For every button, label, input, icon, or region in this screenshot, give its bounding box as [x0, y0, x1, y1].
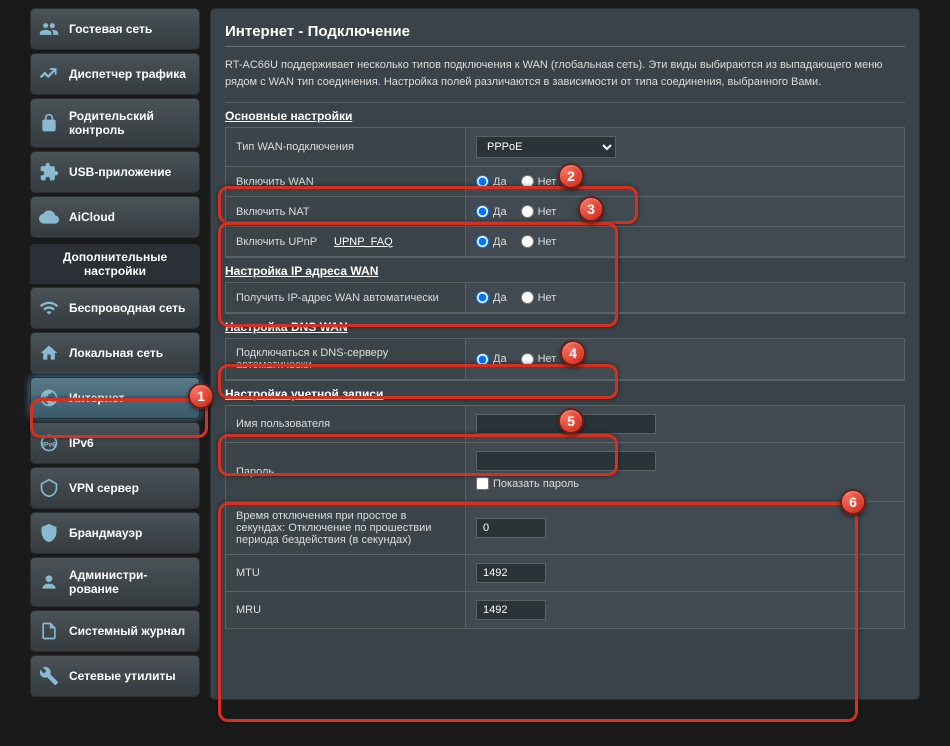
radio-autodns-no[interactable]: Нет — [521, 353, 557, 366]
label-mru: MRU — [226, 592, 466, 629]
label-auto-dns: Подключаться к DNS-серверу автоматически — [226, 339, 466, 380]
radio-autoip-yes[interactable]: Да — [476, 291, 507, 304]
nav-ipv6[interactable]: IPv6 IPv6 — [30, 422, 200, 464]
mtu-input[interactable] — [476, 563, 546, 583]
nav-firewall[interactable]: Брандмауэр — [30, 512, 200, 554]
basic-table: Тип WAN-подключения PPPoE Включить WAN Д… — [225, 127, 905, 257]
section-basic: Основные настройки — [225, 102, 905, 127]
wan-type-select[interactable]: PPPoE — [476, 136, 616, 158]
label-enable-wan: Включить WAN — [226, 167, 466, 197]
nav-label: Беспроводная сеть — [69, 301, 185, 315]
traffic-icon — [39, 64, 59, 84]
puzzle-icon — [39, 162, 59, 182]
nav-tools[interactable]: Сетевые утилиты — [30, 655, 200, 697]
nav-label: Сетевые утилиты — [69, 669, 176, 683]
label-mtu: MTU — [226, 555, 466, 592]
nav-label: VPN сервер — [69, 481, 139, 495]
nav-label: Системный журнал — [69, 624, 185, 638]
radio-wan-no[interactable]: Нет — [521, 175, 557, 188]
admin-icon — [39, 572, 59, 592]
mru-input[interactable] — [476, 600, 546, 620]
label-idle: Время отключения при простое в секундах:… — [226, 502, 466, 555]
radio-autoip-no[interactable]: Нет — [521, 291, 557, 304]
ipv6-icon: IPv6 — [39, 433, 59, 453]
nav-label: Интернет — [69, 391, 124, 405]
label-wan-type: Тип WAN-подключения — [226, 128, 466, 167]
wifi-icon — [39, 298, 59, 318]
badge-6: 6 — [840, 489, 866, 515]
wanip-table: Получить IP-адрес WAN автоматически Да Н… — [225, 282, 905, 313]
label-username: Имя пользователя — [226, 406, 466, 443]
label-enable-upnp: Включить UPnP UPNP_FAQ — [226, 227, 466, 257]
label-enable-nat: Включить NAT — [226, 197, 466, 227]
nav-label: Диспетчер трафика — [69, 67, 186, 81]
nav-label: USB-приложение — [69, 165, 171, 179]
badge-4: 4 — [560, 340, 586, 366]
radio-nat-no[interactable]: Нет — [521, 205, 557, 218]
svg-text:IPv6: IPv6 — [42, 441, 56, 448]
idle-input[interactable] — [476, 518, 546, 538]
section-wanip: Настройка IP адреса WAN — [225, 257, 905, 282]
cloud-icon — [39, 207, 59, 227]
page-desc: RT-AC66U поддерживает несколько типов по… — [225, 57, 905, 90]
vpn-icon — [39, 478, 59, 498]
nav-label: IPv6 — [69, 436, 94, 450]
radio-upnp-no[interactable]: Нет — [521, 235, 557, 248]
shield-icon — [39, 523, 59, 543]
log-icon — [39, 621, 59, 641]
show-password-checkbox[interactable]: Показать пароль — [476, 477, 579, 490]
nav-admin[interactable]: Администри-рование — [30, 557, 200, 607]
label-auto-ip: Получить IP-адрес WAN автоматически — [226, 283, 466, 313]
sidebar: Гостевая сеть Диспетчер трафика Родитель… — [30, 8, 200, 700]
nav-internet[interactable]: Интернет — [30, 377, 200, 419]
nav-label: Локальная сеть — [69, 346, 163, 360]
nav-parental[interactable]: Родительский контроль — [30, 98, 200, 148]
badge-2: 2 — [558, 163, 584, 189]
nav-label: Администри-рование — [69, 568, 191, 596]
password-input[interactable] — [476, 451, 656, 471]
nav-label: AiCloud — [69, 210, 115, 224]
section-account: Настройка учетной записи — [225, 380, 905, 405]
nav-label: Брандмауэр — [69, 526, 142, 540]
badge-5: 5 — [558, 408, 584, 434]
wrench-icon — [39, 666, 59, 686]
users-icon — [39, 19, 59, 39]
badge-3: 3 — [578, 196, 604, 222]
page-title: Интернет - Подключение — [225, 23, 905, 47]
nav-label: Гостевая сеть — [69, 22, 152, 36]
nav-usb[interactable]: USB-приложение — [30, 151, 200, 193]
nav-syslog[interactable]: Системный журнал — [30, 610, 200, 652]
nav-lan[interactable]: Локальная сеть — [30, 332, 200, 374]
nav-label: Родительский контроль — [69, 109, 191, 137]
lock-icon — [39, 113, 59, 133]
home-icon — [39, 343, 59, 363]
nav-guest[interactable]: Гостевая сеть — [30, 8, 200, 50]
nav-traffic[interactable]: Диспетчер трафика — [30, 53, 200, 95]
badge-1: 1 — [188, 383, 214, 409]
radio-upnp-yes[interactable]: Да — [476, 235, 507, 248]
section-header-advanced: Дополнительные настройки — [30, 244, 200, 284]
nav-aicloud[interactable]: AiCloud — [30, 196, 200, 238]
label-password: Пароль — [226, 443, 466, 502]
section-dns: Настройка DNS WAN — [225, 313, 905, 338]
radio-wan-yes[interactable]: Да — [476, 175, 507, 188]
globe-icon — [39, 388, 59, 408]
account-table: Имя пользователя Пароль Показать пароль … — [225, 405, 905, 629]
nav-vpn[interactable]: VPN сервер — [30, 467, 200, 509]
radio-autodns-yes[interactable]: Да — [476, 353, 507, 366]
nav-wireless[interactable]: Беспроводная сеть — [30, 287, 200, 329]
radio-nat-yes[interactable]: Да — [476, 205, 507, 218]
upnp-faq-link[interactable]: UPNP_FAQ — [334, 236, 393, 248]
